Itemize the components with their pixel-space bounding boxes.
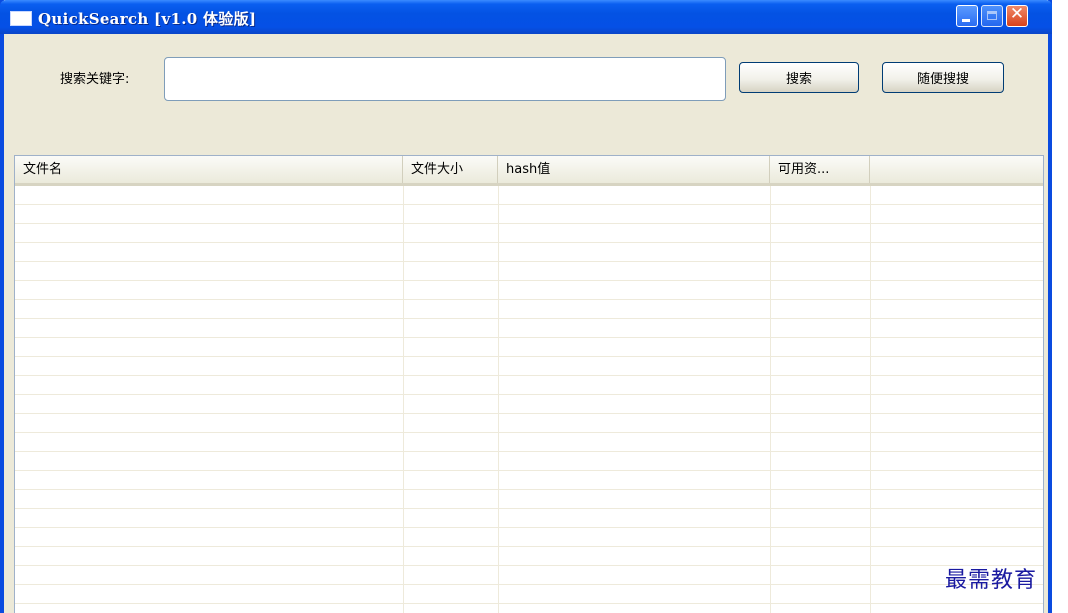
- table-row: [15, 433, 1043, 452]
- column-divider: [498, 186, 499, 613]
- table-row: [15, 604, 1043, 613]
- table-row: [15, 452, 1043, 471]
- close-icon: ✕: [1009, 4, 1025, 24]
- search-input[interactable]: [164, 57, 726, 101]
- table-row: [15, 205, 1043, 224]
- column-header-filename[interactable]: 文件名: [15, 156, 403, 183]
- table-row: [15, 490, 1043, 509]
- minimize-icon: [962, 19, 970, 22]
- table-row: [15, 186, 1043, 205]
- column-header-hash[interactable]: hash值: [498, 156, 770, 183]
- random-search-button[interactable]: 随便搜搜: [882, 62, 1004, 93]
- table-row: [15, 509, 1043, 528]
- app-window-icon: [10, 11, 32, 26]
- window-title: QuickSearch [v1.0 体验版]: [38, 10, 257, 28]
- results-list[interactable]: 文件名 文件大小 hash值 可用资...: [14, 155, 1044, 613]
- search-button[interactable]: 搜索: [739, 62, 859, 93]
- table-row: [15, 262, 1043, 281]
- app-window: QuickSearch [v1.0 体验版] ✕ 搜索关键字: 搜索 随便搜搜 …: [0, 0, 1052, 613]
- maximize-button[interactable]: [981, 5, 1003, 27]
- table-row: [15, 547, 1043, 566]
- column-divider: [870, 186, 871, 613]
- table-row: [15, 414, 1043, 433]
- table-row: [15, 357, 1043, 376]
- table-row: [15, 585, 1043, 604]
- column-header-sources[interactable]: 可用资...: [770, 156, 870, 183]
- column-header-extra[interactable]: [870, 156, 1043, 183]
- table-row: [15, 395, 1043, 414]
- column-header-filesize[interactable]: 文件大小: [403, 156, 498, 183]
- title-bar[interactable]: QuickSearch [v1.0 体验版] ✕: [0, 0, 1052, 34]
- list-header: 文件名 文件大小 hash值 可用资...: [15, 156, 1043, 186]
- table-row: [15, 224, 1043, 243]
- table-row: [15, 319, 1043, 338]
- table-row: [15, 376, 1043, 395]
- table-row: [15, 471, 1043, 490]
- watermark-text: 最需教育: [945, 568, 1038, 593]
- minimize-button[interactable]: [956, 5, 978, 27]
- table-row: [15, 281, 1043, 300]
- table-row: [15, 566, 1043, 585]
- table-row: [15, 300, 1043, 319]
- close-button[interactable]: ✕: [1006, 4, 1028, 27]
- table-row: [15, 243, 1043, 262]
- column-divider: [770, 186, 771, 613]
- table-row: [15, 338, 1043, 357]
- search-keyword-label: 搜索关键字:: [60, 72, 130, 87]
- column-divider: [403, 186, 404, 613]
- table-row: [15, 528, 1043, 547]
- maximize-icon: [987, 11, 997, 20]
